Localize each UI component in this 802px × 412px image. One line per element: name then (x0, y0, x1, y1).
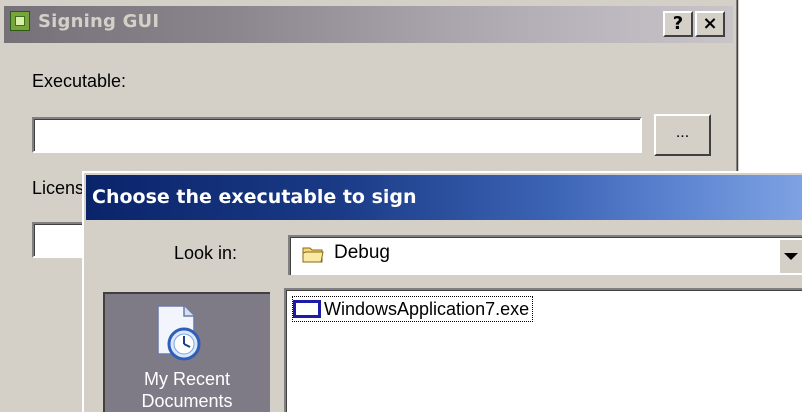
window-title: Signing GUI (38, 11, 160, 32)
executable-label: Executable: (32, 71, 127, 91)
folder-icon (302, 247, 324, 263)
look-in-value: Debug (334, 242, 390, 263)
executable-input[interactable] (32, 117, 642, 153)
file-name: WindowsApplication7.exe (324, 298, 530, 319)
help-button[interactable]: ? (663, 11, 693, 37)
app-icon (10, 11, 30, 31)
license-label: License: (32, 178, 84, 198)
browse-button[interactable]: ... (654, 114, 711, 156)
file-item[interactable]: WindowsApplication7.exe (292, 296, 534, 322)
license-input[interactable] (32, 222, 86, 258)
close-button[interactable]: × (695, 11, 725, 37)
dialog-title: Choose the executable to sign (92, 186, 417, 208)
chevron-down-icon[interactable] (778, 238, 802, 273)
place-recent-documents[interactable]: My Recent Documents (110, 368, 264, 412)
recent-documents-icon[interactable] (150, 302, 210, 364)
look-in-label: Look in: (174, 243, 237, 264)
exe-icon (293, 300, 321, 318)
look-in-label-text: Look in: (174, 243, 238, 263)
